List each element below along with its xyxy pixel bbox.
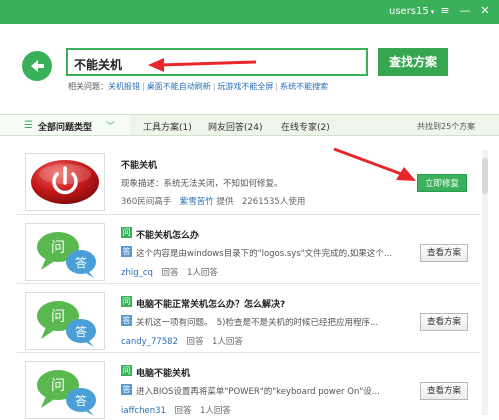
qa-icon: 问 答 (25, 361, 105, 419)
view-solution-button[interactable]: 查看方案 (420, 313, 468, 331)
svg-text:问: 问 (51, 378, 65, 394)
related-link[interactable]: 玩游戏不能全屏 (217, 82, 273, 91)
username: users15 (389, 6, 429, 17)
title-bar: users15 ▾ ≡ — ✕ (0, 0, 499, 24)
list-item: 问 答 问 电脑不能关机 答 进入BIOS设置再将菜单"POWER"的"keyb… (17, 354, 480, 420)
tab-all-label: 全部问题类型 (38, 123, 93, 133)
search-button[interactable]: 查找方案 (378, 48, 448, 76)
back-arrow-icon (31, 60, 44, 72)
svg-text:答: 答 (75, 393, 87, 408)
svg-text:问: 问 (51, 240, 65, 256)
author-link[interactable]: zhig_cq (121, 268, 153, 278)
result-title[interactable]: 电脑不能正常关机怎么办？怎么解决? (136, 297, 285, 310)
back-button[interactable] (22, 51, 52, 81)
result-meta: candy_77582 回答 1人回答 (121, 337, 243, 347)
result-meta: iaffchen31 回答 1人回答 (121, 406, 231, 416)
related-link[interactable]: 桌面不能自动刷新 (147, 82, 211, 91)
result-count: 共找到25个方案 (417, 122, 476, 131)
power-icon (25, 153, 105, 211)
result-meta: 360民间高手 紫雪苦竹 提供 2261535人使用 (121, 197, 306, 207)
related-link[interactable]: 关机报错 (108, 82, 140, 91)
menu-icon[interactable]: ≡ (436, 3, 454, 19)
chevron-down-icon: ﹀ (106, 122, 116, 132)
result-title[interactable]: 不能关机 (121, 158, 157, 171)
list-icon: ☰ (24, 120, 33, 131)
result-meta: zhig_cq 回答 1人回答 (121, 268, 218, 278)
related-link[interactable]: 系统不能搜索 (280, 82, 328, 91)
author-link[interactable]: iaffchen31 (121, 406, 166, 416)
annotation-arrow-icon (333, 147, 416, 181)
result-title[interactable]: 不能关机怎么办 (136, 228, 199, 241)
answer-tag-icon: 答 (121, 384, 132, 395)
svg-text:问: 问 (51, 309, 65, 325)
answer-tag-icon: 答 (121, 246, 132, 257)
list-item: 问 答 问 不能关机怎么办 答 这个内容是由windows目录下的"logos.… (17, 216, 480, 284)
annotation-arrow-icon (148, 58, 257, 72)
related-label: 相关问题： (68, 82, 108, 91)
tab-netizen-answers[interactable]: 网友回答(24) (208, 120, 262, 133)
qa-icon: 问 答 (25, 292, 105, 350)
result-desc: 这个内容是由windows目录下的"logos.sys"文件完成的,如果这个..… (136, 249, 392, 259)
related-questions: 相关问题：关机报错 | 桌面不能自动刷新 | 玩游戏不能全屏 | 系统不能搜索 (68, 82, 329, 91)
result-title[interactable]: 电脑不能关机 (136, 366, 190, 379)
minimize-icon[interactable]: — (456, 3, 474, 19)
question-tag-icon: 问 (121, 296, 132, 307)
svg-text:答: 答 (75, 255, 87, 270)
list-item: 问 答 问 电脑不能正常关机怎么办？怎么解决? 答 关机这一项有问题。 5)检查… (17, 285, 480, 353)
author-link[interactable]: candy_77582 (121, 337, 178, 347)
question-tag-icon: 问 (121, 227, 132, 238)
filter-tabs: ☰ 全部问题类型 ﹀ 工具方案(1) 网友回答(24) 在线专家(2) 共找到2… (0, 114, 499, 136)
fix-now-button[interactable]: 立即修复 (417, 174, 467, 192)
view-solution-button[interactable]: 查看方案 (420, 244, 468, 262)
results-list: 不能关机 现象描述：系统无法关闭，不知如何修复。 360民间高手 紫雪苦竹 提供… (17, 142, 480, 420)
search-query: 不能关机 (74, 58, 123, 72)
tab-online-experts[interactable]: 在线专家(2) (281, 120, 330, 133)
close-icon[interactable]: ✕ (476, 3, 494, 19)
qa-icon: 问 答 (25, 223, 105, 281)
tab-all-types[interactable]: ☰ 全部问题类型 ﹀ (0, 115, 130, 135)
result-desc: 进入BIOS设置再将菜单"POWER"的"keyboard power On"设… (136, 387, 380, 397)
result-desc: 关机这一项有问题。 5)检查是不是关机的时候已经把应用程序... (136, 318, 379, 328)
user-menu[interactable]: users15 ▾ (389, 6, 434, 17)
scrollbar-thumb[interactable] (482, 158, 488, 194)
chevron-down-icon: ▾ (430, 8, 435, 16)
view-solution-button[interactable]: 查看方案 (420, 382, 468, 400)
question-tag-icon: 问 (121, 365, 132, 376)
author-link[interactable]: 紫雪苦竹 (180, 197, 214, 207)
answer-tag-icon: 答 (121, 315, 132, 326)
svg-text:答: 答 (75, 324, 87, 339)
tab-tools[interactable]: 工具方案(1) (143, 120, 192, 133)
